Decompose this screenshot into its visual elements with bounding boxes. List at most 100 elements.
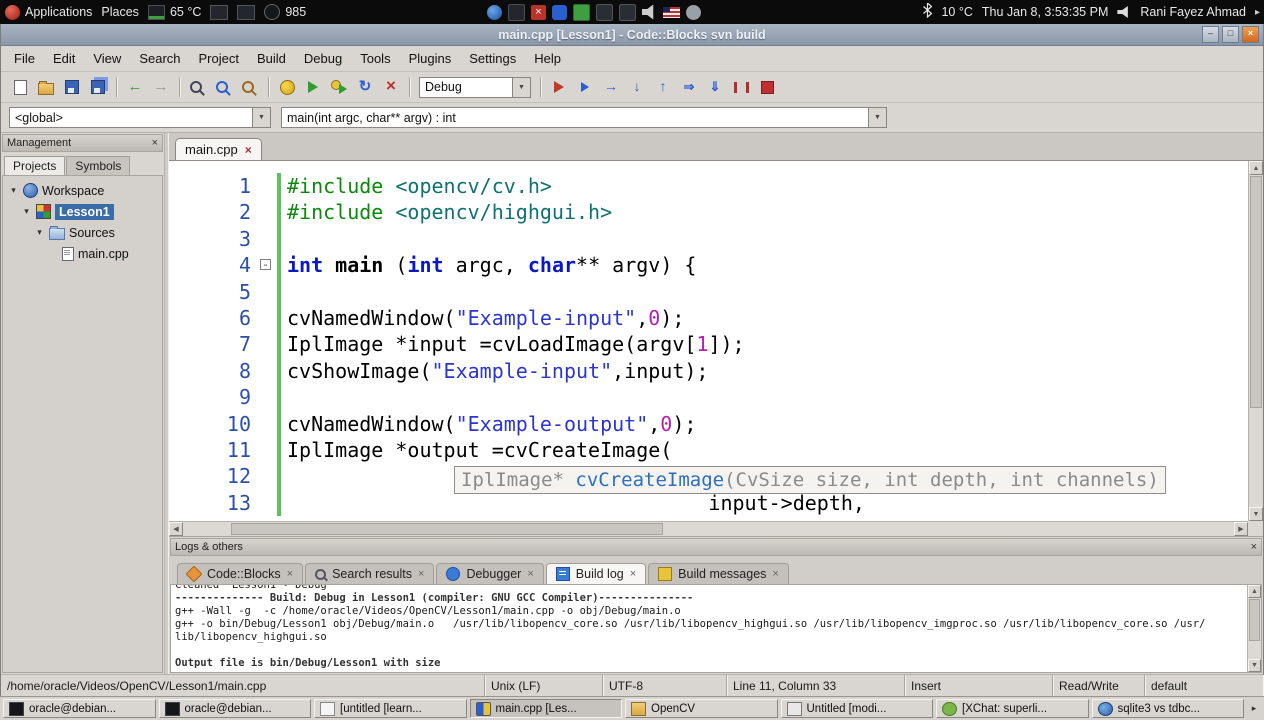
meter-applet[interactable]: 985 — [264, 4, 306, 20]
us-flag-icon[interactable] — [663, 6, 680, 18]
taskbar-button-opencv[interactable]: OpenCV — [625, 699, 778, 718]
window-titlebar[interactable]: main.cpp [Lesson1] - Code::Blocks svn bu… — [1, 24, 1263, 46]
minimize-button[interactable]: – — [1202, 26, 1219, 43]
tree-item-lesson1[interactable]: ▾ Lesson1 — [3, 201, 162, 222]
build-and-run-button[interactable] — [327, 75, 351, 99]
taskbar-button-xchat-superli[interactable]: [XChat: superli... — [936, 699, 1089, 718]
rebuild-button[interactable] — [353, 75, 377, 99]
run-to-cursor-button[interactable] — [573, 75, 597, 99]
tree-item-workspace[interactable]: ▾ Workspace — [3, 180, 162, 201]
panel-expand-icon[interactable]: ▸ — [1255, 7, 1260, 18]
step-out-button[interactable] — [651, 75, 675, 99]
scroll-left-icon[interactable]: ◀ — [169, 522, 183, 536]
window-list-icon[interactable] — [210, 4, 229, 20]
tree-item-sources[interactable]: ▾ Sources — [3, 222, 162, 243]
find-in-files-button[interactable] — [212, 75, 236, 99]
user-menu[interactable]: Rani Fayez Ahmad — [1140, 5, 1246, 19]
battery-icon[interactable] — [573, 3, 590, 21]
bluetooth-icon[interactable] — [552, 4, 567, 20]
close-icon[interactable]: × — [772, 568, 778, 580]
log-tab-build-log[interactable]: Build log × — [545, 563, 647, 584]
editor-tab-main-cpp[interactable]: main.cpp × — [175, 138, 262, 160]
taskbar-arrow-icon[interactable]: ▸ — [1247, 703, 1261, 714]
step-into-button[interactable] — [625, 75, 649, 99]
scroll-right-icon[interactable]: ▶ — [1234, 522, 1248, 536]
close-app-icon[interactable] — [531, 4, 546, 20]
bluetooth-icon[interactable] — [923, 2, 933, 21]
volume-icon[interactable] — [1117, 6, 1128, 18]
monitor-b-icon[interactable] — [619, 3, 636, 21]
chevron-down-icon[interactable]: ▼ — [252, 108, 270, 127]
outside-temp-indicator[interactable]: 10 °C — [941, 5, 972, 19]
scrollbar-thumb[interactable] — [1250, 176, 1262, 408]
taskbar-button-untitled-learn[interactable]: [untitled [learn... — [314, 699, 467, 718]
management-tab-symbols[interactable]: Symbols — [66, 156, 131, 175]
undo-button[interactable] — [123, 75, 147, 99]
step-into-instruction-button[interactable] — [703, 75, 727, 99]
editor-vertical-scrollbar[interactable]: ▲ ▼ — [1248, 161, 1263, 521]
log-tab-debugger[interactable]: Debugger × — [436, 563, 544, 584]
menu-view[interactable]: View — [84, 49, 130, 68]
menu-settings[interactable]: Settings — [460, 49, 525, 68]
maximize-button[interactable]: □ — [1222, 26, 1239, 43]
expander-icon[interactable]: ▾ — [21, 206, 32, 217]
scroll-down-icon[interactable]: ▼ — [1249, 507, 1263, 521]
break-debugger-button[interactable] — [729, 75, 753, 99]
scrollbar-thumb[interactable] — [231, 523, 663, 535]
log-vertical-scrollbar[interactable]: ▲ ▼ — [1247, 585, 1261, 672]
fold-marker-icon[interactable]: - — [260, 259, 271, 271]
scrollbar-thumb[interactable] — [1249, 599, 1260, 641]
menu-search[interactable]: Search — [130, 49, 189, 68]
function-select[interactable]: main(int argc, char** argv) : int ▼ — [281, 107, 887, 128]
window-list-icon-2[interactable] — [237, 4, 256, 20]
close-button[interactable]: × — [1242, 26, 1259, 43]
find-button[interactable] — [186, 75, 210, 99]
stop-debugger-button[interactable] — [755, 75, 779, 99]
close-icon[interactable]: × — [418, 568, 424, 580]
debug-continue-button[interactable] — [547, 75, 571, 99]
close-icon[interactable]: × — [245, 144, 252, 156]
next-instruction-button[interactable] — [677, 75, 701, 99]
replace-button[interactable] — [238, 75, 262, 99]
menu-plugins[interactable]: Plugins — [400, 49, 461, 68]
menu-debug[interactable]: Debug — [295, 49, 351, 68]
chevron-down-icon[interactable]: ▼ — [868, 108, 886, 127]
menu-edit[interactable]: Edit — [44, 49, 84, 68]
chevron-down-icon[interactable]: ▼ — [512, 77, 530, 97]
applications-menu[interactable]: Applications — [5, 4, 92, 20]
log-tab-build-messages[interactable]: Build messages × — [648, 563, 789, 584]
build-button[interactable] — [275, 75, 299, 99]
redo-button[interactable] — [149, 75, 173, 99]
close-icon[interactable]: × — [527, 568, 533, 580]
menu-help[interactable]: Help — [525, 49, 570, 68]
tracker-icon[interactable] — [686, 4, 701, 20]
build-target-select[interactable]: Debug ▼ — [419, 76, 531, 98]
next-line-button[interactable] — [599, 75, 623, 99]
code-editor[interactable]: 1 #include <opencv/cv.h> 2 #include <opencv… — [169, 161, 1263, 536]
close-icon[interactable]: × — [1251, 541, 1257, 553]
expander-icon[interactable]: ▾ — [34, 227, 45, 238]
save-button[interactable] — [60, 75, 84, 99]
menu-tools[interactable]: Tools — [351, 49, 399, 68]
close-icon[interactable]: × — [630, 568, 636, 580]
volume-icon[interactable] — [642, 4, 654, 20]
taskbar-button-sqlite3-vs-tdbc[interactable]: sqlite3 vs tdbc... — [1091, 699, 1244, 718]
menu-build[interactable]: Build — [248, 49, 295, 68]
places-menu[interactable]: Places — [101, 5, 139, 19]
browser-icon[interactable] — [487, 4, 502, 20]
taskbar-button-oracle-debian[interactable]: oracle@debian... — [3, 699, 156, 718]
editor-horizontal-scrollbar[interactable]: ◀ ▶ — [169, 521, 1248, 536]
taskbar-button-main-cpp-les[interactable]: main.cpp [Les... — [469, 699, 622, 718]
open-file-button[interactable] — [34, 75, 58, 99]
log-tab-code-blocks[interactable]: Code::Blocks × — [177, 563, 304, 584]
tree-item-main-cpp[interactable]: main.cpp — [3, 243, 162, 264]
close-icon[interactable]: × — [152, 137, 158, 149]
scroll-up-icon[interactable]: ▲ — [1248, 585, 1261, 598]
abort-button[interactable] — [379, 75, 403, 99]
display-icon[interactable] — [508, 3, 525, 21]
logs-caption[interactable]: Logs & others × — [170, 538, 1262, 556]
menu-project[interactable]: Project — [190, 49, 248, 68]
log-tab-search-results[interactable]: Search results × — [305, 563, 435, 584]
new-file-button[interactable] — [8, 75, 32, 99]
close-icon[interactable]: × — [287, 568, 293, 580]
